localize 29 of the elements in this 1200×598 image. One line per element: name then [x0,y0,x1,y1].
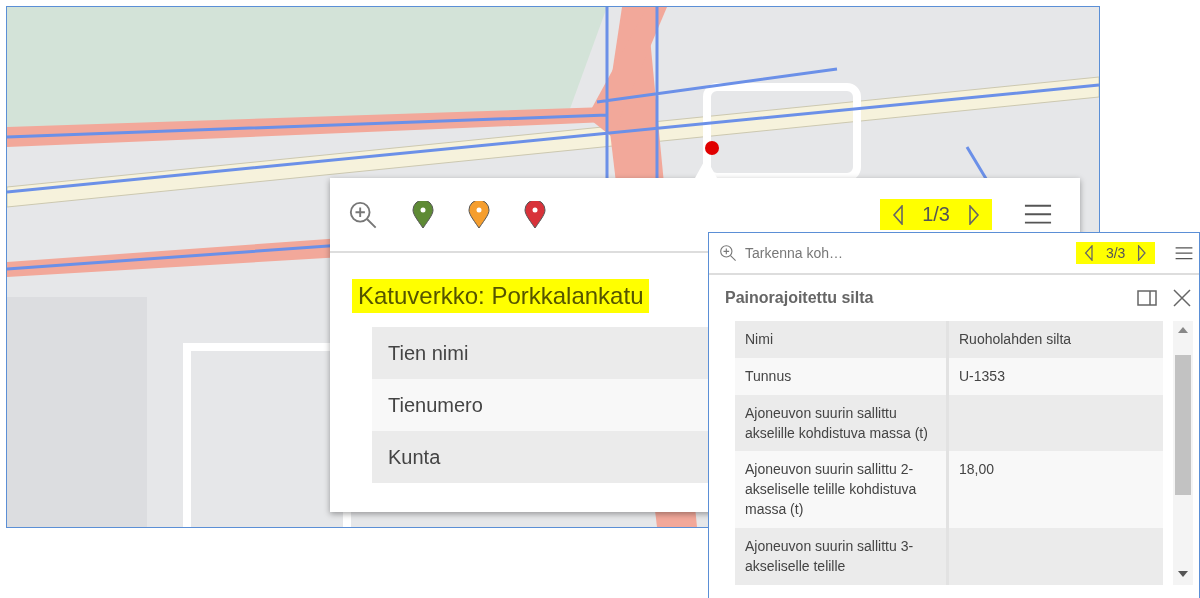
zoom-in-icon[interactable] [348,199,378,230]
zoom-in-icon[interactable] [719,244,737,262]
table-cell: Ajoneuvon suurin sallittu akselille kohdistuva massa (t) [735,394,949,452]
feature-title: Katuverkko: Porkkalankatu [352,279,650,313]
search-field[interactable]: Tarkenna koh… [743,244,947,262]
scroll-down-icon[interactable] [1178,571,1188,577]
table-cell: Ajoneuvon suurin sallittu 3-akseliselle telille [735,528,949,585]
menu-icon[interactable] [1024,203,1052,226]
table-cell: Ajoneuvon suurin sallittu 2-akseliselle telille kohdistuva massa (t) [735,451,949,529]
table-cell: Ruoholahden silta [949,321,1163,358]
map-pin-icon[interactable] [412,200,434,229]
dock-icon[interactable] [1137,290,1157,306]
next-icon[interactable] [1137,245,1147,261]
previous-icon[interactable] [1084,245,1094,261]
map-pin-icon[interactable] [524,200,546,229]
table-cell: Tunnus [735,357,949,395]
table-cell: Nimi [735,321,949,358]
scroll-up-icon[interactable] [1178,327,1188,333]
table-cell: U-1353 [949,357,1163,395]
scrollbar[interactable] [1173,321,1193,585]
map-pin-icon[interactable] [468,200,490,229]
table-cell: 18,00 [949,451,1163,529]
previous-icon[interactable] [892,204,905,225]
next-icon[interactable] [968,204,980,225]
close-icon[interactable] [1173,289,1191,307]
panel-title: Painorajoitettu silta [725,289,874,307]
menu-icon[interactable] [1175,245,1193,261]
page-counter: 1/3 [922,203,950,226]
page-counter: 3/3 [1105,245,1126,261]
